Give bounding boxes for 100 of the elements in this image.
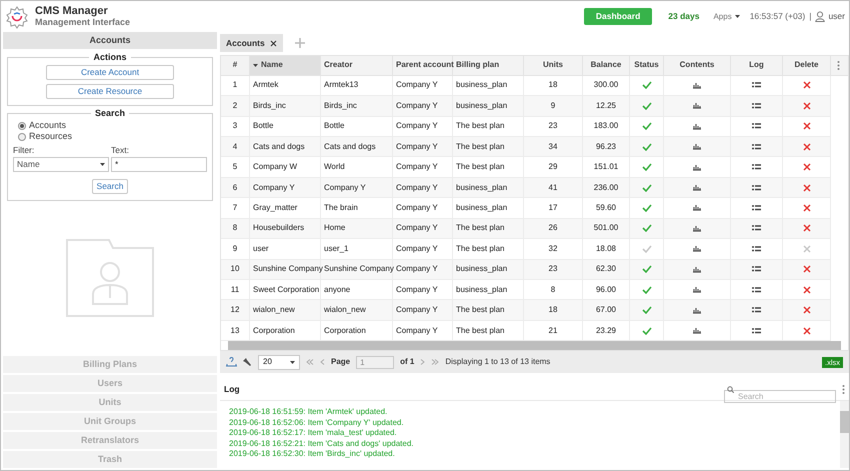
table-cell: The best plan (453, 320, 524, 340)
table-cell: anyone (321, 280, 393, 300)
list-icon[interactable] (752, 164, 761, 170)
group-title: Actions (92, 51, 128, 64)
close-icon[interactable] (270, 40, 277, 46)
table-cell: wialon_new (250, 300, 321, 320)
list-icon[interactable] (752, 266, 761, 272)
table-cell: 12.25 (583, 96, 630, 116)
page-size-dropdown[interactable]: 20 (258, 354, 300, 370)
bar-chart-icon[interactable] (693, 224, 701, 232)
table-cell: Company Y (393, 157, 453, 177)
table-cell: The best plan (453, 157, 524, 177)
bar-chart-icon[interactable] (693, 164, 701, 171)
table-cell: Birds_inc (321, 96, 393, 116)
bar-chart-icon[interactable] (693, 143, 701, 150)
bar-chart-icon[interactable] (693, 327, 701, 334)
bar-chart-icon[interactable] (693, 266, 701, 273)
column-header[interactable]: Log (731, 56, 783, 75)
table-cell: Company Y (393, 320, 453, 340)
column-header[interactable]: Balance (583, 56, 630, 75)
delete-icon[interactable] (802, 81, 810, 90)
table-cell: The brain (321, 198, 393, 218)
list-icon[interactable] (752, 82, 761, 88)
search-button[interactable]: Search (92, 178, 128, 194)
list-icon[interactable] (752, 225, 761, 232)
list-icon[interactable] (752, 144, 761, 150)
column-header[interactable]: Parent account (393, 56, 453, 75)
table-cell: business_plan (453, 96, 524, 116)
caret-icon (734, 15, 740, 18)
bar-chart-icon[interactable] (693, 245, 701, 252)
text-field[interactable]: * (111, 156, 207, 172)
list-icon[interactable] (752, 246, 761, 252)
delete-icon[interactable] (802, 142, 810, 151)
table-cell: 96.00 (583, 280, 630, 300)
column-header[interactable]: Billing plan (453, 56, 524, 75)
action-button[interactable]: Create Account (46, 64, 174, 80)
bar-chart-icon[interactable] (693, 184, 701, 192)
delete-icon[interactable] (802, 184, 810, 192)
list-icon[interactable] (752, 184, 761, 191)
radio-button[interactable] (18, 122, 26, 130)
table-cell: business_plan (453, 260, 524, 279)
delete-icon[interactable] (802, 224, 810, 232)
log-search-field[interactable]: Search (724, 390, 836, 403)
delete-icon[interactable] (802, 102, 810, 110)
bar-chart-icon[interactable] (693, 286, 701, 294)
table-cell: Bottle (321, 116, 393, 136)
more-icon[interactable] (842, 385, 845, 394)
table-cell: The best plan (453, 239, 524, 259)
log-entry: 2019-06-18 16:51:59: Item 'Armtek' updated. (229, 407, 388, 418)
column-header[interactable]: Units (524, 56, 583, 75)
bar-chart-icon[interactable] (693, 306, 701, 314)
horizontal-scrollbar[interactable] (228, 341, 841, 350)
help-icon[interactable] (226, 357, 237, 367)
filter-dropdown[interactable]: Name (13, 156, 109, 172)
table-cell: Corporation (250, 320, 321, 340)
vertical-scrollbar[interactable] (840, 401, 849, 468)
delete-icon[interactable] (802, 122, 810, 130)
caret-icon (253, 64, 258, 67)
table-cell: 6 (221, 178, 250, 198)
table-cell: 59.60 (583, 198, 630, 218)
list-icon[interactable] (752, 307, 761, 314)
delete-icon[interactable] (802, 306, 810, 314)
more-icon[interactable] (837, 60, 840, 70)
log-entry: 2019-06-18 16:52:21: Item 'Cats and dogs' updated. (229, 438, 415, 449)
list-icon[interactable] (752, 123, 761, 130)
table-cell: 13 (221, 320, 250, 340)
apps-menu[interactable]: Apps (713, 10, 740, 22)
displaying-text: Displaying 1 to 13 of 13 items (445, 356, 550, 368)
delete-icon[interactable] (802, 326, 810, 334)
delete-icon[interactable] (802, 163, 810, 172)
delete-icon[interactable] (802, 265, 810, 274)
delete-icon[interactable] (802, 204, 810, 212)
list-icon[interactable] (752, 286, 761, 293)
column-header[interactable]: Contents (664, 56, 731, 75)
table-cell: 3 (221, 116, 250, 136)
table-cell: 18 (524, 76, 583, 96)
column-header[interactable]: Status (630, 56, 664, 75)
bar-chart-icon[interactable] (693, 122, 701, 130)
table-cell: 151.01 (583, 157, 630, 177)
table-cell: Cats and dogs (250, 137, 321, 156)
bar-chart-icon[interactable] (693, 204, 701, 212)
radio-button[interactable] (18, 132, 26, 140)
tab[interactable]: Accounts (220, 34, 283, 52)
wrench-icon[interactable] (243, 358, 252, 366)
bar-chart-icon[interactable] (693, 102, 701, 110)
table-cell: Home (321, 218, 393, 238)
column-header[interactable]: Name (250, 56, 321, 75)
table-cell: Company Y (393, 96, 453, 116)
delete-icon[interactable] (802, 286, 810, 294)
user-name[interactable]: user (828, 10, 845, 23)
page-label: Page (331, 356, 350, 368)
bar-chart-icon[interactable] (693, 82, 701, 89)
list-icon[interactable] (752, 204, 761, 211)
table-cell: Company W (250, 157, 321, 177)
list-icon[interactable] (752, 328, 761, 334)
column-header[interactable]: Creator (321, 56, 393, 75)
list-icon[interactable] (752, 102, 761, 109)
column-header[interactable]: Delete (783, 56, 831, 75)
user-icon[interactable] (815, 11, 826, 22)
action-button[interactable]: Create Resource (46, 84, 174, 98)
